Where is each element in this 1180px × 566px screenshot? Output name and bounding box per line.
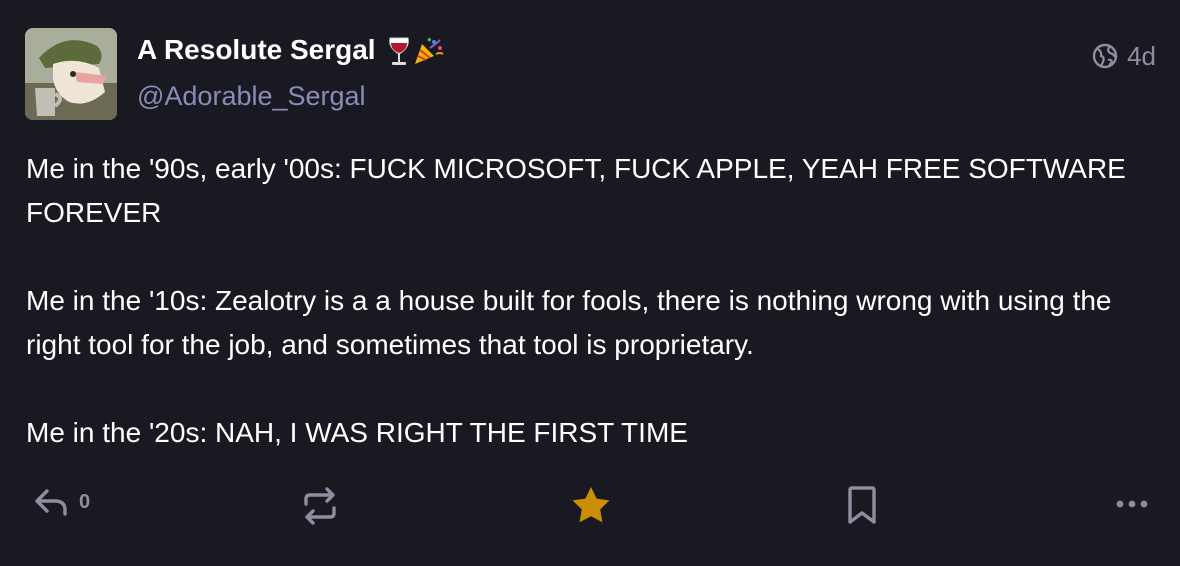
status-post: A Resolute Sergal @Adorable_Sergal 4d Me…	[0, 0, 1180, 566]
post-content: Me in the '90s, early '00s: FUCK MICROSO…	[26, 147, 1156, 499]
reply-icon	[35, 489, 67, 516]
reply-button[interactable]: 0	[33, 486, 90, 518]
content-paragraph: Me in the '20s: NAH, I WAS RIGHT THE FIR…	[26, 417, 688, 448]
boost-icon	[304, 487, 336, 525]
account-handle[interactable]: @Adorable_Sergal	[137, 79, 366, 113]
globe-icon	[1092, 43, 1118, 69]
bookmark-button[interactable]	[846, 486, 878, 526]
custom-emoji-group	[386, 36, 444, 72]
reply-count: 0	[79, 490, 91, 513]
more-options-button[interactable]	[1114, 486, 1150, 522]
post-meta: 4d	[1092, 41, 1156, 71]
action-bar: 0	[0, 478, 1180, 538]
avatar[interactable]	[25, 28, 117, 120]
ellipsis-icon	[1116, 500, 1148, 508]
relative-timestamp[interactable]: 4d	[1127, 41, 1156, 71]
bookmark-icon	[848, 486, 876, 524]
content-paragraph: Me in the '10s: Zealotry is a a house bu…	[26, 285, 1112, 360]
party-popper-icon	[414, 37, 444, 64]
boost-button[interactable]	[302, 486, 338, 526]
wine-glass-icon	[388, 37, 409, 65]
favourite-button[interactable]	[571, 486, 611, 524]
display-name-text: A Resolute Sergal	[137, 34, 376, 65]
display-name[interactable]: A Resolute Sergal	[137, 32, 444, 72]
star-icon	[572, 487, 610, 523]
content-paragraph: Me in the '90s, early '00s: FUCK MICROSO…	[26, 153, 1126, 228]
